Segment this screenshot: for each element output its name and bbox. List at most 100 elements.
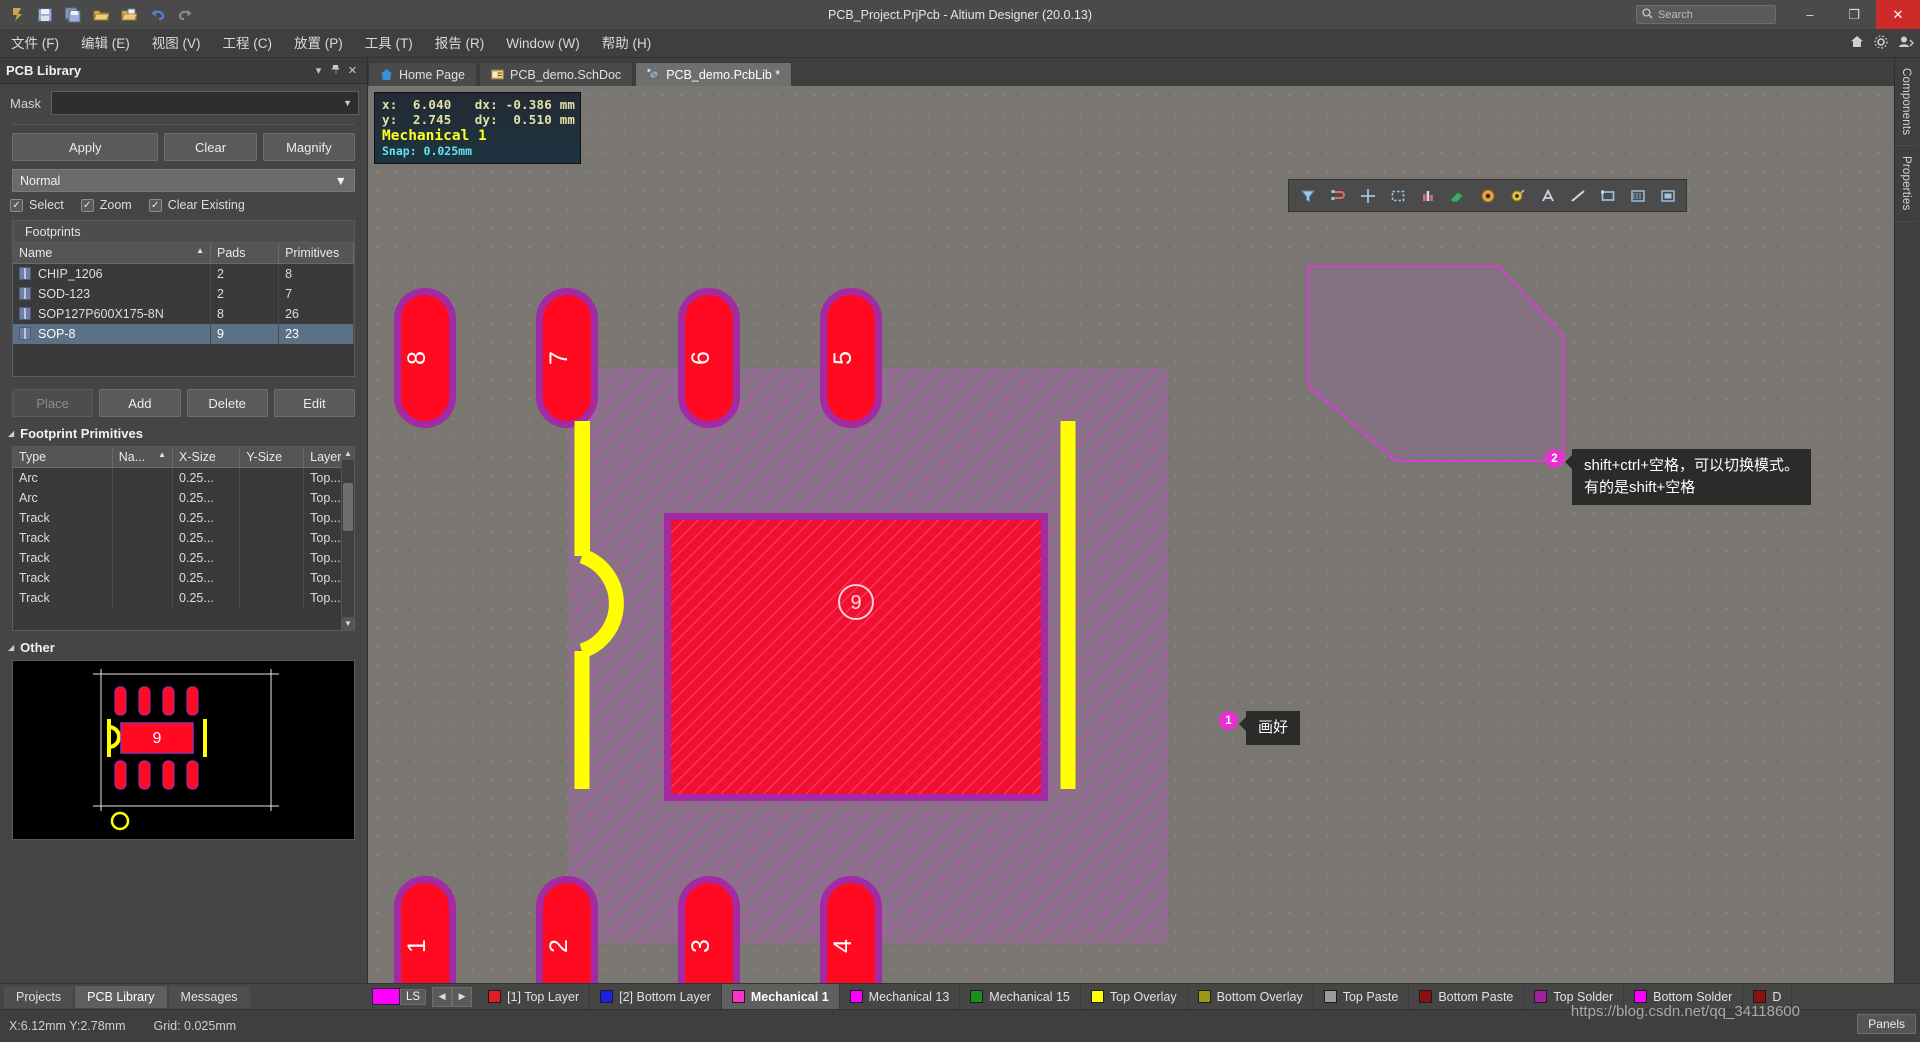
layer-scroll-next-button[interactable]: ▶ <box>452 986 473 1007</box>
col-name[interactable]: Name ▲ <box>13 243 211 264</box>
scroll-up-icon[interactable]: ▲ <box>342 447 354 460</box>
menu-window[interactable]: Window (W) <box>495 29 591 58</box>
via-icon[interactable] <box>1504 183 1531 209</box>
table-row[interactable]: SOP127P600X175-8N 8 26 <box>13 304 354 324</box>
polygon-plane-icon[interactable] <box>1624 183 1651 209</box>
layer-scroll-prev-button[interactable]: ◀ <box>432 986 453 1007</box>
scroll-down-icon[interactable]: ▼ <box>342 617 354 630</box>
select-area-icon[interactable] <box>1384 183 1411 209</box>
layer-tab-top-overlay[interactable]: Top Overlay <box>1081 983 1188 1010</box>
menu-file[interactable]: 文件 (F) <box>0 29 70 58</box>
rail-item-properties[interactable]: Properties <box>1895 146 1917 222</box>
select-touching-icon[interactable] <box>1324 183 1351 209</box>
maximize-button[interactable]: ❐ <box>1832 0 1876 29</box>
table-row[interactable]: Arc 0.25... Top... <box>13 467 354 488</box>
delete-button[interactable]: Delete <box>186 389 268 417</box>
table-row[interactable]: Track 0.25... Top... <box>13 588 354 608</box>
checkbox-select[interactable]: ✓ Select <box>10 198 64 212</box>
other-section-header[interactable]: ◢ Other <box>0 631 367 660</box>
menu-reports[interactable]: 报告 (R) <box>424 29 496 58</box>
layer-tab-mechanical-15[interactable]: Mechanical 15 <box>960 983 1081 1010</box>
layer-tab-mechanical-13[interactable]: Mechanical 13 <box>840 983 961 1010</box>
user-account-icon[interactable] <box>1898 35 1914 51</box>
footprint-preview[interactable]: 9 <box>12 660 355 840</box>
pcb-editor-canvas[interactable]: 9 8 7 6 5 1 2 3 4 x: 6.040 dx: -0.386 mm <box>368 86 1920 983</box>
col-xsize[interactable]: X-Size <box>172 447 241 468</box>
layer-set-selector[interactable]: LS <box>372 988 427 1005</box>
table-row[interactable]: Track 0.25... Top... <box>13 568 354 588</box>
layer-tab-mechanical-1[interactable]: Mechanical 1 <box>721 983 840 1010</box>
rectangle-icon[interactable] <box>1594 183 1621 209</box>
panel-tabs: Projects PCB Library Messages <box>0 983 368 1009</box>
pad-icon[interactable] <box>1474 183 1501 209</box>
place-button[interactable]: Place <box>12 389 94 417</box>
table-row[interactable]: CHIP_1206 2 8 <box>13 263 354 284</box>
col-pname[interactable]: Na... ▲ <box>112 447 174 468</box>
table-row[interactable]: SOD-123 2 7 <box>13 284 354 304</box>
menu-help[interactable]: 帮助 (H) <box>591 29 663 58</box>
menu-tools[interactable]: 工具 (T) <box>354 29 424 58</box>
footprint-primitives-header[interactable]: ◢ Footprint Primitives <box>0 417 367 446</box>
line-track-icon[interactable] <box>1564 183 1591 209</box>
panel-tab-pcb-library[interactable]: PCB Library <box>75 985 167 1008</box>
tab-pcb-demo-schdoc[interactable]: PCB_demo.SchDoc <box>479 62 634 86</box>
table-row-selected[interactable]: SOP-8 9 23 <box>13 324 354 344</box>
scrollbar-thumb[interactable] <box>343 483 353 531</box>
footprints-table: Name ▲ Pads Primitives CHIP_1206 2 8 SOD… <box>13 243 354 344</box>
eraser-icon[interactable] <box>1444 183 1471 209</box>
region-fill-icon[interactable] <box>1654 183 1681 209</box>
footprint-primitives: 26 <box>278 304 354 324</box>
checkbox-select-label: Select <box>29 198 64 212</box>
panels-button[interactable]: Panels <box>1857 1014 1916 1034</box>
edit-button[interactable]: Edit <box>273 389 355 417</box>
col-pads[interactable]: Pads <box>210 243 280 264</box>
chart-bars-icon[interactable] <box>1414 183 1441 209</box>
col-type[interactable]: Type <box>13 447 113 468</box>
minimize-button[interactable]: – <box>1788 0 1832 29</box>
window-title: PCB_Project.PrjPcb - Altium Designer (20… <box>828 7 1092 22</box>
svg-text:6: 6 <box>687 351 715 365</box>
checkbox-zoom[interactable]: ✓ Zoom <box>80 198 132 212</box>
layer-tab-top-layer[interactable]: [1] Top Layer <box>478 983 591 1010</box>
menu-edit[interactable]: 编辑 (E) <box>70 29 141 58</box>
col-ysize[interactable]: Y-Size <box>239 447 305 468</box>
rail-item-components[interactable]: Components <box>1895 58 1917 147</box>
layer-tab-bottom-paste[interactable]: Bottom Paste <box>1409 983 1525 1010</box>
layer-tab-top-paste[interactable]: Top Paste <box>1314 983 1410 1010</box>
table-row[interactable]: Track 0.25... Top... <box>13 528 354 548</box>
menu-view[interactable]: 视图 (V) <box>141 29 212 58</box>
col-primitives[interactable]: Primitives <box>278 243 354 264</box>
gear-icon[interactable] <box>1874 34 1888 52</box>
layer-tab-bottom-overlay[interactable]: Bottom Overlay <box>1188 983 1314 1010</box>
clear-button[interactable]: Clear <box>164 133 257 161</box>
tab-home-page[interactable]: Home Page <box>368 62 478 86</box>
text-string-icon[interactable] <box>1534 183 1561 209</box>
pcb-library-panel: PCB Library ▾ ✕ Mask ▼ Apply Clear Magni… <box>0 58 368 983</box>
layer-tab-bottom-layer[interactable]: [2] Bottom Layer <box>590 983 722 1010</box>
panel-dropdown-icon[interactable]: ▾ <box>310 64 327 77</box>
table-row[interactable]: Track 0.25... Top... <box>13 548 354 568</box>
mask-mode-select[interactable]: Normal ▼ <box>12 169 355 192</box>
footprint-name: SOP-8 <box>13 324 211 344</box>
add-button[interactable]: Add <box>99 389 181 417</box>
close-button[interactable]: ✕ <box>1876 0 1920 29</box>
filter-icon[interactable] <box>1294 183 1321 209</box>
panel-pin-icon[interactable] <box>327 64 344 78</box>
search-input[interactable]: Search <box>1636 5 1776 24</box>
menu-project[interactable]: 工程 (C) <box>212 29 284 58</box>
primitive-type: Arc <box>13 488 113 508</box>
apply-button[interactable]: Apply <box>12 133 159 161</box>
tab-pcb-demo-pcblib[interactable]: PCB_demo.PcbLib * <box>635 62 793 86</box>
panel-tab-projects[interactable]: Projects <box>4 985 74 1008</box>
checkbox-clear-existing[interactable]: ✓ Clear Existing <box>148 198 245 212</box>
table-row[interactable]: Track 0.25... Top... <box>13 508 354 528</box>
magnify-button[interactable]: Magnify <box>262 133 355 161</box>
home-icon[interactable] <box>1850 35 1864 51</box>
primitives-scrollbar[interactable]: ▲ ▼ <box>341 447 354 630</box>
menu-place[interactable]: 放置 (P) <box>283 29 354 58</box>
panel-tab-messages[interactable]: Messages <box>168 985 250 1008</box>
mask-input[interactable]: ▼ <box>51 91 359 115</box>
panel-close-icon[interactable]: ✕ <box>344 64 361 77</box>
crosshair-move-icon[interactable] <box>1354 183 1381 209</box>
table-row[interactable]: Arc 0.25... Top... <box>13 488 354 508</box>
